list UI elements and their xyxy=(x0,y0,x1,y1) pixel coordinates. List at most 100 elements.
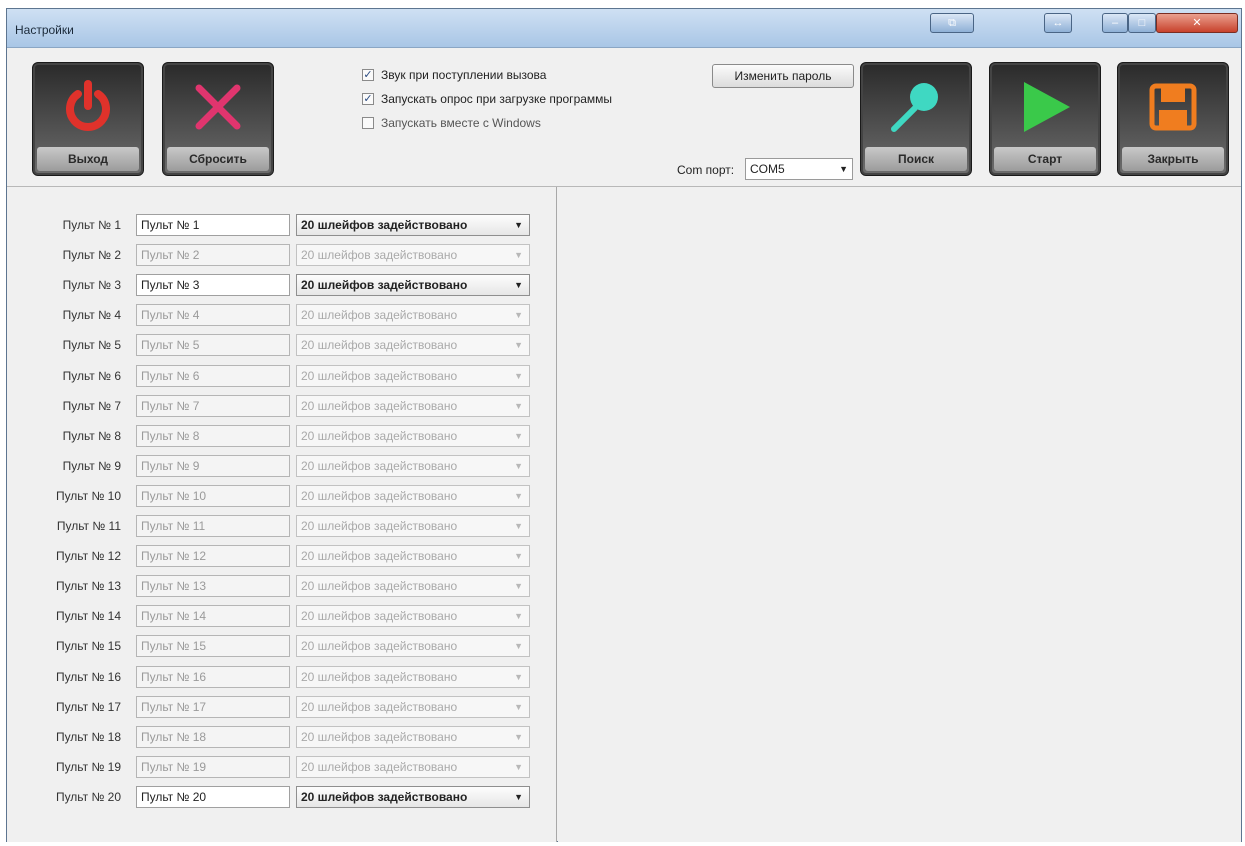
chevron-down-icon: ▼ xyxy=(514,731,523,742)
remote-label: Пульт № 3 xyxy=(62,278,121,293)
remote-row: Пульт № 18 Пульт № 18 20 шлейфов задейство… xyxy=(7,725,547,749)
remote-label: Пульт № 18 xyxy=(55,729,121,744)
remote-label: Пульт № 13 xyxy=(55,579,121,594)
remote-name-input[interactable]: Пульт № 3 xyxy=(136,274,290,297)
loops-select-value: 20 шлейфов задействовано xyxy=(301,368,458,383)
play-icon xyxy=(990,63,1100,151)
remote-name-input[interactable]: Пульт № 14 xyxy=(136,605,290,628)
remote-label: Пульт № 5 xyxy=(62,338,121,353)
loops-select[interactable]: 20 шлейфов задействовано ▼ xyxy=(296,605,530,628)
remote-name-input[interactable]: Пульт № 15 xyxy=(136,635,290,658)
remote-row: Пульт № 8 Пульт № 8 20 шлейфов задействова… xyxy=(7,424,547,448)
chevron-down-icon: ▼ xyxy=(514,370,523,381)
loops-select[interactable]: 20 шлейфов задействовано ▼ xyxy=(296,424,530,447)
com-port-select[interactable]: COM5 ▼ xyxy=(745,158,853,180)
search-probe-icon xyxy=(861,63,971,151)
remote-name-input[interactable]: Пульт № 9 xyxy=(136,454,290,477)
title-bar: Настройки ⧉ ↔ – □ ✕ xyxy=(7,9,1241,48)
loops-select[interactable]: 20 шлейфов задействовано ▼ xyxy=(296,635,530,658)
remote-label: Пульт № 14 xyxy=(55,609,121,624)
loops-select[interactable]: 20 шлейфов задействовано ▼ xyxy=(296,364,530,387)
remote-name-input[interactable]: Пульт № 19 xyxy=(136,755,290,778)
loops-select-value: 20 шлейфов задействовано xyxy=(301,218,468,232)
com-port-value: COM5 xyxy=(750,162,785,176)
search-button[interactable]: Поиск xyxy=(860,62,972,176)
remote-name-input[interactable]: Пульт № 11 xyxy=(136,515,290,537)
sound-on-call-checkbox[interactable]: ✓ Звук при поступлении вызова xyxy=(362,68,546,82)
remote-label: Пульт № 10 xyxy=(55,488,121,503)
start-button[interactable]: Старт xyxy=(989,62,1101,176)
chevron-down-icon: ▼ xyxy=(514,310,523,321)
loops-select[interactable]: 20 шлейфов задействовано ▼ xyxy=(296,244,530,267)
loops-select-value: 20 шлейфов задействовано xyxy=(301,549,458,564)
poll-on-startup-checkbox[interactable]: ✓ Запускать опрос при загрузке программы xyxy=(362,92,612,106)
remote-name-input[interactable]: Пульт № 12 xyxy=(136,545,290,568)
remote-label: Пульт № 9 xyxy=(62,458,121,473)
com-port-label: Com порт: xyxy=(677,163,735,177)
exit-button[interactable]: Выход xyxy=(32,62,144,176)
remote-name-input[interactable]: Пульт № 1 xyxy=(136,214,290,236)
resize-icon[interactable]: ↔ xyxy=(1044,13,1072,33)
loops-select[interactable]: 20 шлейфов задействовано ▼ xyxy=(296,755,530,778)
chevron-down-icon: ▼ xyxy=(514,581,523,592)
reset-button[interactable]: Сбросить xyxy=(162,62,274,176)
loops-select[interactable]: 20 шлейфов задействовано ▼ xyxy=(296,304,530,327)
checkbox-box[interactable] xyxy=(362,117,374,129)
loops-select[interactable]: 20 шлейфов задействовано ▼ xyxy=(296,394,530,417)
checkbox-box[interactable]: ✓ xyxy=(362,69,374,81)
remote-name-input[interactable]: Пульт № 7 xyxy=(136,394,290,417)
loops-select[interactable]: 20 шлейфов задействовано ▼ xyxy=(296,575,530,598)
chevron-down-icon: ▼ xyxy=(514,611,523,622)
loops-select[interactable]: 20 шлейфов задействовано ▼ xyxy=(296,695,530,718)
remote-row: Пульт № 16 Пульт № 16 20 шлейфов задейство… xyxy=(7,665,547,689)
loops-select[interactable]: 20 шлейфов задействовано ▼ xyxy=(296,785,530,808)
change-password-button[interactable]: Изменить пароль xyxy=(712,64,854,88)
loops-select[interactable]: 20 шлейфов задействовано ▼ xyxy=(296,725,530,748)
loops-select-value: 20 шлейфов задействовано xyxy=(301,729,458,744)
loops-select-value: 20 шлейфов задействовано xyxy=(301,308,458,323)
loops-select[interactable]: 20 шлейфов задействовано ▼ xyxy=(296,274,530,297)
remote-row: Пульт № 1 Пульт № 1 20 шлейфов задействова… xyxy=(7,213,547,237)
loops-select[interactable]: 20 шлейфов задействовано ▼ xyxy=(296,665,530,688)
remote-row: Пульт № 4 Пульт № 4 20 шлейфов задействова… xyxy=(7,303,547,327)
remote-row: Пульт № 9 Пульт № 9 20 шлейфов задействова… xyxy=(7,454,547,478)
remote-name-input[interactable]: Пульт № 20 xyxy=(136,785,290,808)
remote-label: Пульт № 17 xyxy=(55,699,121,714)
remote-label: Пульт № 19 xyxy=(55,759,121,774)
loops-select[interactable]: 20 шлейфов задействовано ▼ xyxy=(296,515,530,537)
close-button[interactable]: Закрыть xyxy=(1117,62,1229,176)
chevron-down-icon: ▼ xyxy=(514,641,523,652)
remote-name-input[interactable]: Пульт № 8 xyxy=(136,424,290,447)
loops-select-value: 20 шлейфов задействовано xyxy=(301,759,458,774)
remote-name-input[interactable]: Пульт № 2 xyxy=(136,244,290,267)
loops-select-value: 20 шлейфов задействовано xyxy=(301,398,458,413)
remote-name-input[interactable]: Пульт № 17 xyxy=(136,695,290,718)
chevron-down-icon: ▼ xyxy=(514,490,523,501)
checkbox-box[interactable]: ✓ xyxy=(362,93,374,105)
loops-select[interactable]: 20 шлейфов задействовано ▼ xyxy=(296,484,530,507)
window-title: Настройки xyxy=(15,23,74,37)
remote-name-input[interactable]: Пульт № 4 xyxy=(136,304,290,327)
remote-label: Пульт № 20 xyxy=(55,789,121,804)
remote-name-input[interactable]: Пульт № 10 xyxy=(136,484,290,507)
remote-name-input[interactable]: Пульт № 5 xyxy=(136,334,290,357)
remote-label: Пульт № 15 xyxy=(55,639,121,654)
remote-name-input[interactable]: Пульт № 18 xyxy=(136,725,290,748)
loops-select-value: 20 шлейфов задействовано xyxy=(301,248,458,263)
remote-row: Пульт № 13 Пульт № 13 20 шлейфов задейство… xyxy=(7,574,547,598)
remote-name-input[interactable]: Пульт № 13 xyxy=(136,575,290,598)
loops-select[interactable]: 20 шлейфов задействовано ▼ xyxy=(296,334,530,357)
minimize-button[interactable]: – xyxy=(1102,13,1128,33)
close-window-button[interactable]: ✕ xyxy=(1156,13,1238,33)
loops-select[interactable]: 20 шлейфов задействовано ▼ xyxy=(296,545,530,568)
chevron-down-icon: ▼ xyxy=(514,280,523,291)
loops-select[interactable]: 20 шлейфов задействовано ▼ xyxy=(296,454,530,477)
loops-select[interactable]: 20 шлейфов задействовано ▼ xyxy=(296,214,530,236)
maximize-button[interactable]: □ xyxy=(1128,13,1156,33)
run-with-windows-checkbox[interactable]: Запускать вместе с Windows xyxy=(362,116,541,130)
remote-name-input[interactable]: Пульт № 16 xyxy=(136,665,290,688)
remote-row: Пульт № 10 Пульт № 10 20 шлейфов задейство… xyxy=(7,484,547,508)
restore-icon[interactable]: ⧉ xyxy=(930,13,974,33)
checkbox-label: Запускать опрос при загрузке программы xyxy=(381,92,613,106)
remote-name-input[interactable]: Пульт № 6 xyxy=(136,364,290,387)
